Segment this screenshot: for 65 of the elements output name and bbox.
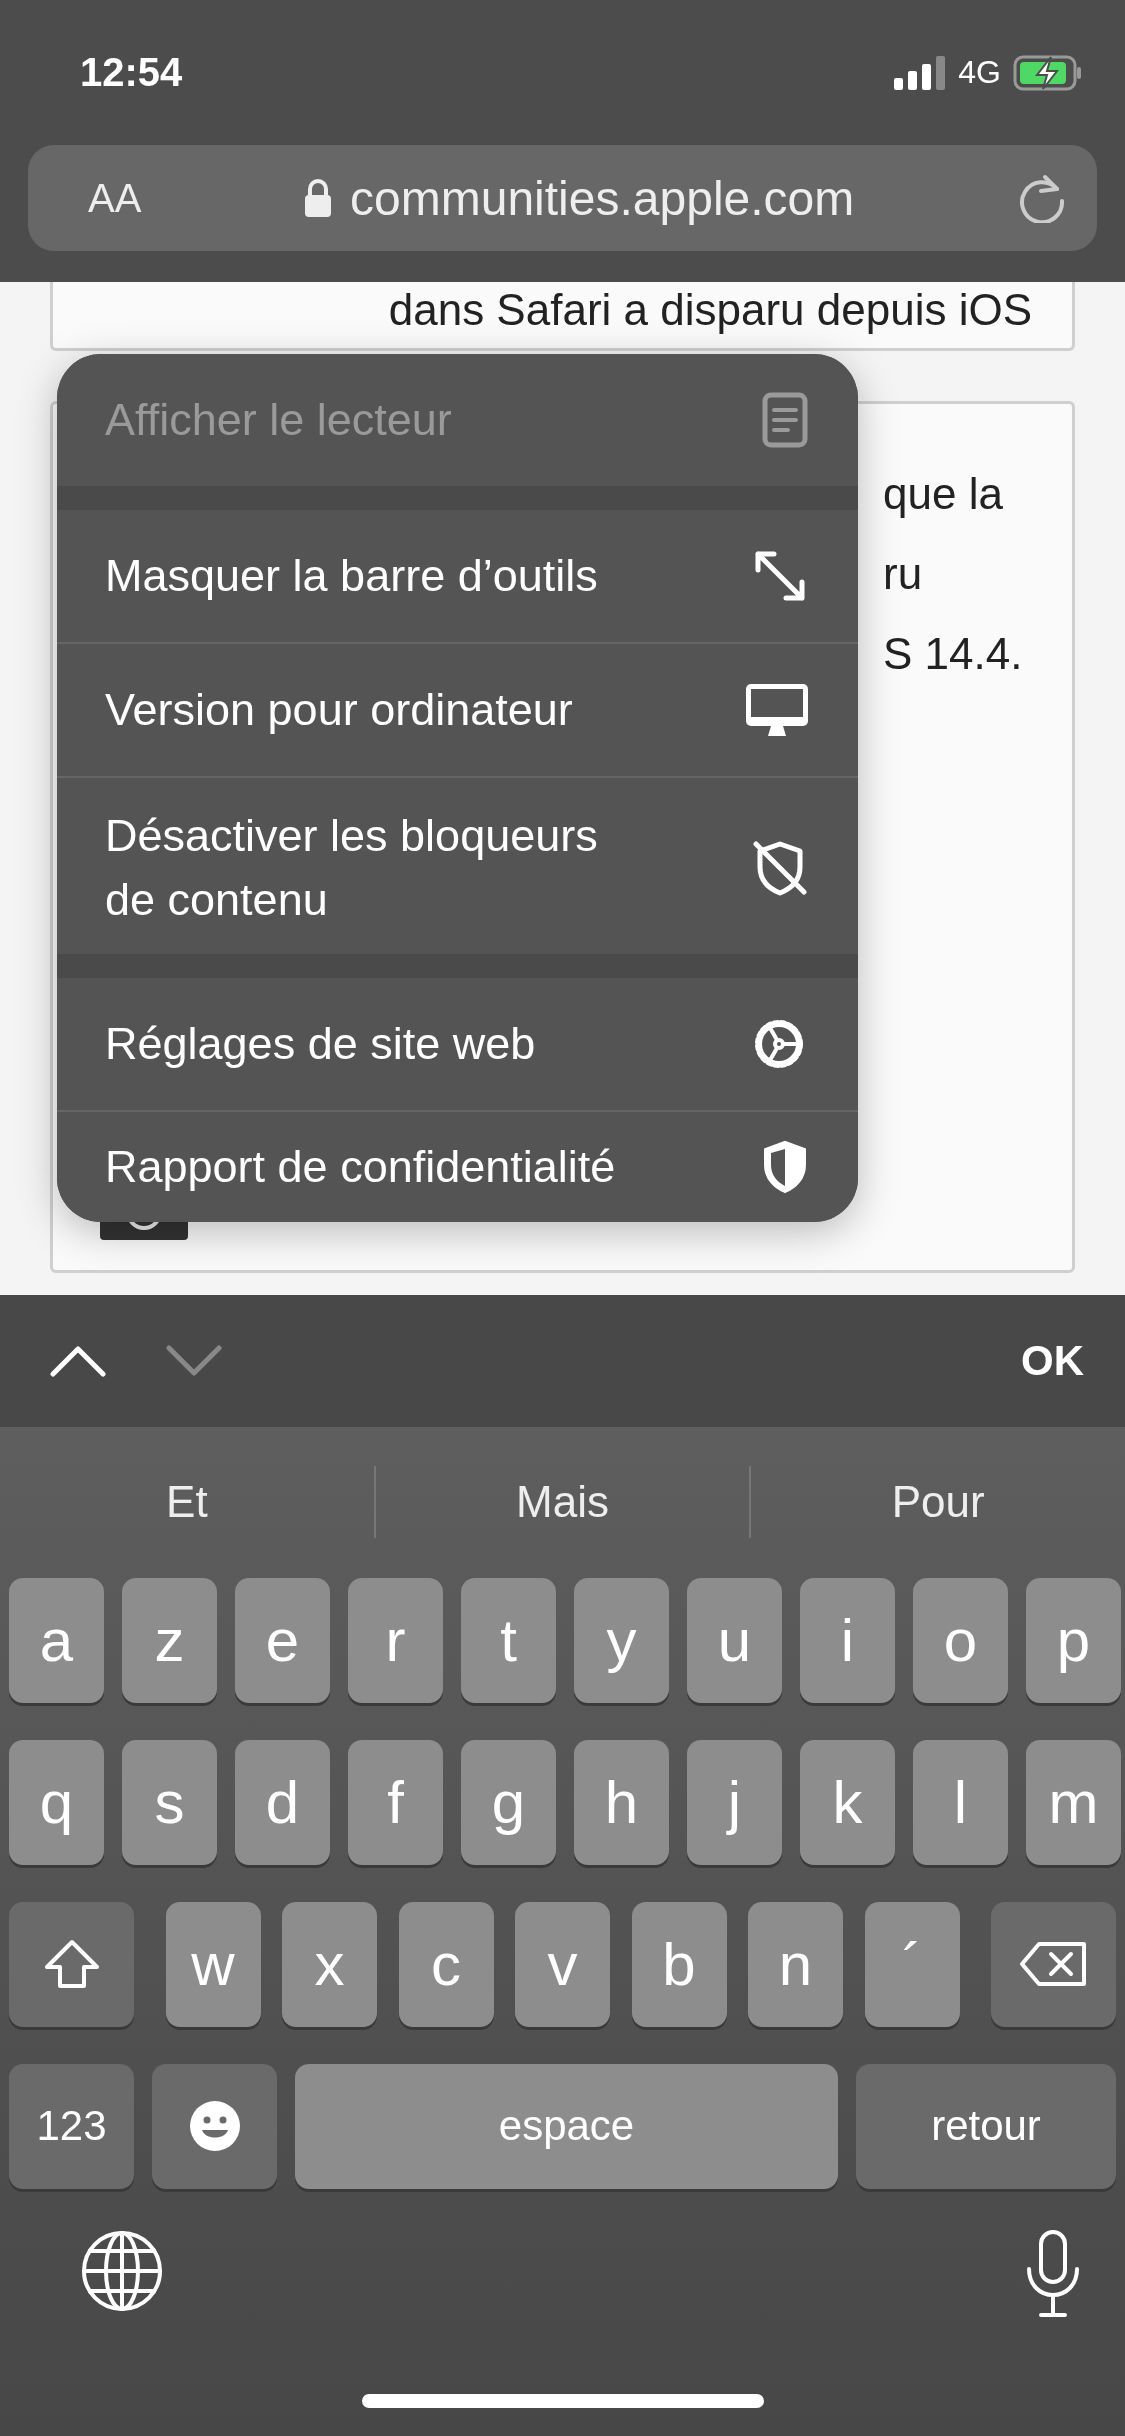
key[interactable]: r [348, 1577, 443, 1703]
globe-icon[interactable] [80, 2228, 164, 2313]
reload-icon[interactable] [1017, 173, 1067, 223]
menu-item[interactable]: Version pour ordinateur [57, 644, 858, 776]
shift-icon [43, 1939, 100, 1990]
key[interactable]: y [574, 1577, 669, 1703]
key[interactable]: u [687, 1577, 782, 1703]
menu-item[interactable]: Rapport de confidentialité [57, 1112, 858, 1222]
key[interactable]: v [515, 1901, 610, 2027]
lock-icon [304, 179, 333, 217]
key[interactable]: a [9, 1577, 104, 1703]
shield-off-icon [752, 840, 808, 896]
key[interactable]: o [913, 1577, 1008, 1703]
post-text: dans Safari a disparu depuis iOS [388, 284, 1032, 336]
key[interactable]: w [165, 1901, 261, 2027]
battery-charging-icon [1013, 54, 1083, 91]
previous-field-button[interactable] [50, 1345, 106, 1377]
key[interactable]: l [913, 1739, 1008, 1865]
reader-icon [762, 392, 808, 448]
key[interactable]: e [235, 1577, 330, 1703]
clock: 12:54 [80, 50, 183, 95]
signal-icon [894, 55, 947, 90]
key[interactable]: b [631, 1901, 727, 2027]
network-label: 4G [958, 54, 1001, 91]
numbers-key[interactable]: 123 [9, 2063, 134, 2189]
address-bar[interactable]: AA communities.apple.com [28, 145, 1097, 251]
return-key[interactable]: retour [856, 2063, 1116, 2189]
key[interactable]: s [122, 1739, 217, 1865]
key[interactable]: m [1026, 1739, 1121, 1865]
key[interactable]: q [9, 1739, 104, 1865]
key[interactable]: i [800, 1577, 895, 1703]
post-text: que la [883, 468, 1003, 520]
delete-key[interactable] [991, 1901, 1116, 2027]
emoji-key[interactable] [152, 2063, 277, 2189]
key[interactable]: x [282, 1901, 377, 2027]
key[interactable]: c [398, 1901, 494, 2027]
key[interactable]: p [1026, 1577, 1121, 1703]
space-key[interactable]: espace [295, 2063, 838, 2189]
desktop-icon [746, 684, 808, 736]
shift-key[interactable] [9, 1901, 134, 2027]
emoji-icon [187, 2099, 242, 2154]
menu-item[interactable]: Masquer la barre d’outils [57, 510, 858, 642]
suggestion[interactable]: Pour [749, 1466, 1125, 1539]
menu-item[interactable]: Désactiver les bloqueurs de contenu [57, 778, 858, 954]
shield-icon [762, 1140, 808, 1194]
expand-arrows-icon [752, 548, 808, 604]
key[interactable]: g [461, 1739, 556, 1865]
key[interactable]: ´ [864, 1901, 960, 2027]
key[interactable]: z [122, 1577, 217, 1703]
menu-item[interactable]: Réglages de site web [57, 978, 858, 1110]
url-text: communities.apple.com [350, 170, 855, 226]
suggestion[interactable]: Mais [373, 1466, 750, 1539]
key[interactable]: f [348, 1739, 443, 1865]
key[interactable]: k [800, 1739, 895, 1865]
key[interactable]: j [687, 1739, 782, 1865]
text-size-button[interactable]: AA [88, 175, 142, 221]
delete-icon [1018, 1941, 1089, 1988]
key[interactable]: t [461, 1577, 556, 1703]
post-text: S 14.4. [883, 628, 1023, 680]
suggestion[interactable]: Et [0, 1466, 374, 1539]
key[interactable]: d [235, 1739, 330, 1865]
done-button[interactable]: OK [1015, 1336, 1090, 1386]
post-text: ru [883, 548, 923, 600]
key[interactable]: n [748, 1901, 843, 2027]
key[interactable]: h [574, 1739, 669, 1865]
